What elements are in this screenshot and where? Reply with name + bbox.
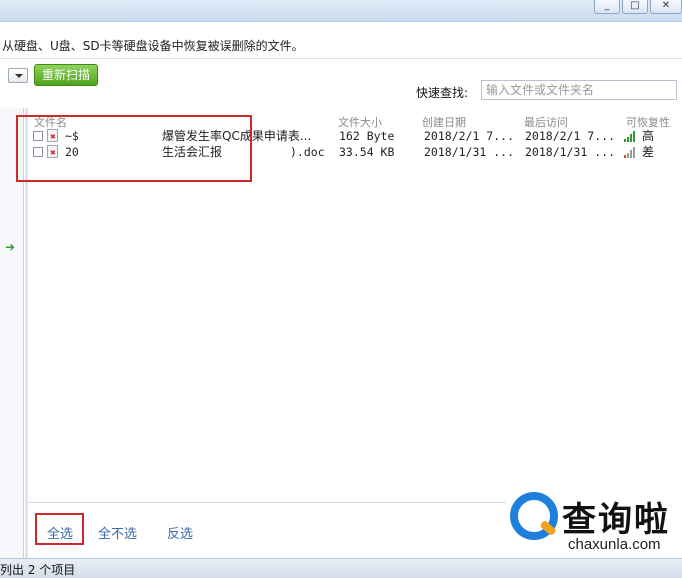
signal-strong-icon — [624, 131, 638, 142]
watermark-logo-icon — [510, 492, 558, 540]
column-header-recoverability[interactable]: 可恢复性 — [626, 114, 670, 129]
recoverability-value: 高 — [642, 129, 655, 143]
watermark-brand: 查询啦 — [562, 500, 670, 540]
select-none-button[interactable]: 全不选 — [98, 523, 137, 542]
column-header-accessed[interactable]: 最后访问 — [524, 114, 568, 129]
watermark: 查询啦 chaxunla.com — [506, 490, 682, 558]
file-accessed: 2018/2/1 7... — [525, 129, 616, 143]
quick-find-input[interactable] — [481, 80, 677, 100]
watermark-domain: chaxunla.com — [568, 536, 661, 553]
annotation-highlight-select-all — [35, 513, 84, 545]
column-header-created[interactable]: 创建日期 — [422, 114, 466, 129]
file-size: 162 Byte — [339, 129, 395, 143]
header-divider — [0, 58, 682, 59]
file-size: 33.54 KB — [339, 145, 395, 159]
recoverability-value: 差 — [642, 145, 655, 159]
close-button[interactable]: ✕ — [650, 0, 682, 14]
file-accessed: 2018/1/31 ... — [525, 145, 616, 159]
maximize-button[interactable]: □ — [622, 0, 648, 14]
drive-dropdown-button[interactable] — [8, 68, 28, 83]
rescan-button[interactable]: 重新扫描 — [34, 64, 98, 86]
file-created: 2018/1/31 ... — [424, 145, 515, 159]
file-name-suffix: ).doc — [290, 145, 325, 159]
status-bar: 列出 2 个项目 — [0, 558, 682, 578]
arrow-right-icon[interactable]: ➜ — [2, 236, 18, 258]
status-text: 列出 2 个项目 — [0, 563, 76, 577]
file-created: 2018/2/1 7... — [424, 129, 515, 143]
window-titlebar: _ □ ✕ — [0, 0, 682, 22]
invert-selection-button[interactable]: 反选 — [167, 523, 193, 542]
annotation-highlight-files — [16, 115, 252, 182]
quick-find-label: 快速查找: — [416, 86, 469, 100]
signal-weak-icon — [624, 147, 638, 158]
mode-description: 从硬盘、U盘、SD卡等硬盘设备中恢复被误删除的文件。 — [2, 39, 304, 53]
minimize-button[interactable]: _ — [594, 0, 620, 14]
column-header-size[interactable]: 文件大小 — [338, 114, 382, 129]
